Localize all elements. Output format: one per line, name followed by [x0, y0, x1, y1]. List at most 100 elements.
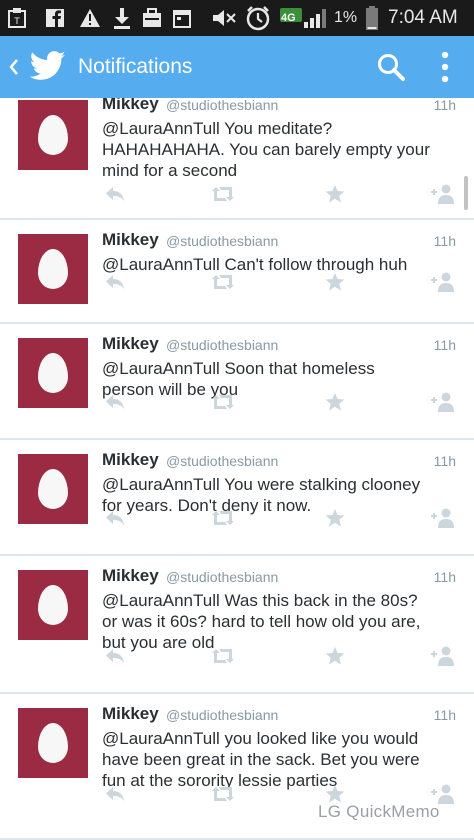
page-title: Notifications: [78, 55, 193, 78]
tweet-text-line: @LauraAnnTull Was this back in the 80s?: [102, 591, 418, 610]
tweet-text-line: mind for a second: [102, 161, 238, 180]
user-handle[interactable]: @studiothesbiann: [166, 337, 278, 353]
briefcase-icon: [140, 6, 164, 30]
retweet-button[interactable]: [208, 184, 238, 208]
svg-text:T: T: [13, 17, 20, 27]
user-name[interactable]: Mikkey: [102, 704, 159, 724]
status-bar: T 4G 1% 7:04 AM: [0, 0, 474, 36]
retweet-icon: [210, 647, 236, 670]
retweet-icon: [210, 185, 236, 208]
follow-icon: [429, 645, 457, 672]
watermark: LG QuickMemo: [318, 802, 440, 821]
user-handle[interactable]: @studiothesbiann: [166, 707, 278, 723]
retweet-icon: [210, 393, 236, 416]
avatar[interactable]: [18, 100, 88, 170]
mute-icon: [210, 6, 238, 30]
reply-button[interactable]: [100, 646, 130, 670]
notification-item[interactable]: Mikkey @studiothesbiann 11h @LauraAnnTull W…: [0, 556, 474, 694]
favorite-button[interactable]: [320, 646, 350, 670]
user-handle[interactable]: @studiothesbiann: [166, 569, 278, 585]
user-name[interactable]: Mikkey: [102, 334, 159, 354]
follow-button[interactable]: [428, 392, 458, 416]
notification-item[interactable]: Mikkey @studiothesbiann 11h @LauraAnnTull Y…: [0, 440, 474, 556]
reply-button[interactable]: [100, 784, 130, 808]
retweet-button[interactable]: [208, 784, 238, 808]
tweet-text-line: HAHAHAHAHA. You can barely empty your: [102, 140, 430, 159]
retweet-button[interactable]: [208, 272, 238, 296]
follow-button[interactable]: [428, 508, 458, 532]
download-icon: [110, 6, 134, 30]
user-name[interactable]: Mikkey: [102, 230, 159, 250]
user-name[interactable]: Mikkey: [102, 566, 159, 586]
tweet-text-line: but you are old: [102, 633, 215, 652]
tweet-text-line: for years. Don't deny it now.: [102, 496, 312, 515]
default-egg-avatar: [38, 585, 68, 625]
retweet-button[interactable]: [208, 508, 238, 532]
tweet-text: @LauraAnnTull you looked like you would h…: [102, 728, 462, 791]
follow-button[interactable]: [428, 272, 458, 296]
app-bar: Notifications: [0, 36, 474, 98]
scrollbar-thumb[interactable]: [464, 176, 468, 210]
user-name[interactable]: Mikkey: [102, 98, 159, 114]
follow-icon: [429, 507, 457, 534]
timestamp: 11h: [433, 233, 456, 249]
reply-button[interactable]: [100, 184, 130, 208]
tweet-text: @LauraAnnTull You meditate? HAHAHAHAHA. Y…: [102, 118, 462, 181]
timestamp: 11h: [433, 337, 456, 353]
reply-button[interactable]: [100, 508, 130, 532]
notification-item[interactable]: Mikkey @studiothesbiann 11h @LauraAnnTull C…: [0, 220, 474, 324]
user-name[interactable]: Mikkey: [102, 450, 159, 470]
tweet-text-line: @LauraAnnTull You meditate?: [102, 119, 333, 138]
warning-icon: [78, 6, 102, 30]
retweet-button[interactable]: [208, 392, 238, 416]
avatar[interactable]: [18, 454, 88, 524]
tweet-text-line: have been great in the sack. Bet you wer…: [102, 750, 420, 769]
notification-item[interactable]: Mikkey @studiothesbiann 11h @LauraAnnTull S…: [0, 324, 474, 440]
retweet-button[interactable]: [208, 646, 238, 670]
reply-button[interactable]: [100, 272, 130, 296]
signal-icon: [302, 6, 330, 30]
facebook-icon: [44, 6, 66, 30]
reply-icon: [104, 185, 126, 208]
favorite-button[interactable]: [320, 272, 350, 296]
timestamp: 11h: [433, 569, 456, 585]
tweet-text: @LauraAnnTull Soon that homeless person w…: [102, 358, 462, 400]
timestamp: 11h: [433, 707, 456, 723]
avatar[interactable]: [18, 708, 88, 778]
follow-icon: [429, 183, 457, 210]
retweet-icon: [210, 273, 236, 296]
avatar[interactable]: [18, 338, 88, 408]
default-egg-avatar: [38, 469, 68, 509]
chevron-left-icon[interactable]: [8, 56, 20, 83]
user-handle[interactable]: @studiothesbiann: [166, 233, 278, 249]
tweet-text-line: person will be you: [102, 380, 239, 399]
favorite-icon: [324, 646, 346, 671]
favorite-icon: [324, 508, 346, 533]
favorite-button[interactable]: [320, 392, 350, 416]
battery-icon: [364, 6, 380, 30]
favorite-button[interactable]: [320, 508, 350, 532]
timestamp: 11h: [433, 453, 456, 469]
notification-item[interactable]: Mikkey @studiothesbiann 11h @LauraAnnTull Y…: [0, 98, 474, 220]
avatar[interactable]: [18, 234, 88, 304]
favorite-icon: [324, 392, 346, 417]
favorite-icon: [324, 272, 346, 297]
notifications-feed[interactable]: Mikkey @studiothesbiann 11h @LauraAnnTull Y…: [0, 98, 474, 840]
reply-icon: [104, 785, 126, 808]
user-handle[interactable]: @studiothesbiann: [166, 98, 278, 113]
more-vertical-icon[interactable]: [440, 50, 450, 89]
tweet-text: @LauraAnnTull Can't follow through huh: [102, 254, 462, 275]
user-handle[interactable]: @studiothesbiann: [166, 453, 278, 469]
timestamp: 11h: [433, 98, 456, 113]
follow-button[interactable]: [428, 184, 458, 208]
favorite-button[interactable]: [320, 184, 350, 208]
reply-button[interactable]: [100, 392, 130, 416]
avatar[interactable]: [18, 570, 88, 640]
search-icon[interactable]: [376, 52, 406, 87]
reply-icon: [104, 647, 126, 670]
reply-icon: [104, 393, 126, 416]
twitter-bird-icon[interactable]: [29, 50, 66, 87]
follow-button[interactable]: [428, 646, 458, 670]
tweet-text-line: @LauraAnnTull Soon that homeless: [102, 359, 375, 378]
default-egg-avatar: [38, 353, 68, 393]
